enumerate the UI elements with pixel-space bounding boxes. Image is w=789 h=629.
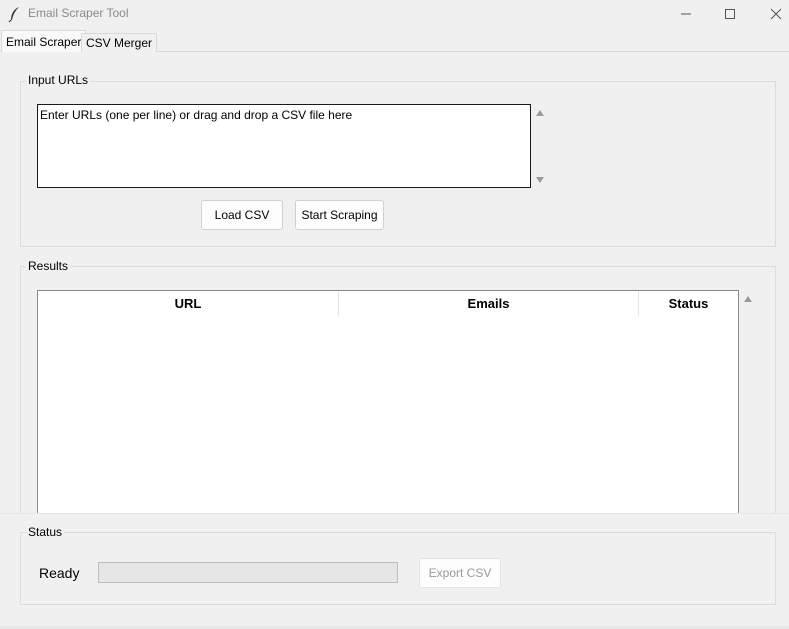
status-text: Ready — [39, 565, 80, 581]
column-header-status[interactable]: Status — [639, 291, 738, 316]
start-scraping-button[interactable]: Start Scraping — [295, 200, 384, 230]
minimize-button[interactable] — [663, 0, 709, 28]
column-header-emails[interactable]: Emails — [339, 291, 639, 316]
divider — [0, 513, 789, 514]
minimize-icon — [681, 13, 691, 15]
window-title: Email Scraper Tool — [28, 6, 129, 20]
url-input[interactable]: Enter URLs (one per line) or drag and dr… — [37, 104, 531, 188]
scroll-up-icon[interactable] — [536, 110, 544, 116]
results-label: Results — [26, 259, 71, 273]
progress-bar — [98, 562, 398, 583]
close-button[interactable] — [753, 0, 789, 28]
tab-csv-merger[interactable]: CSV Merger — [81, 33, 158, 52]
input-urls-label: Input URLs — [26, 73, 91, 87]
feather-icon — [8, 6, 22, 23]
load-csv-button[interactable]: Load CSV — [201, 200, 283, 230]
status-group-label: Status — [26, 525, 65, 539]
export-csv-button[interactable]: Export CSV — [419, 558, 501, 588]
maximize-icon — [725, 9, 735, 19]
scroll-up-icon[interactable] — [744, 296, 752, 302]
close-icon — [770, 8, 782, 20]
scroll-down-icon[interactable] — [536, 177, 544, 183]
maximize-button[interactable] — [707, 0, 753, 28]
tab-email-scraper[interactable]: Email Scraper — [1, 30, 87, 52]
results-table[interactable]: URL Emails Status — [37, 290, 739, 513]
column-header-url[interactable]: URL — [38, 291, 339, 316]
